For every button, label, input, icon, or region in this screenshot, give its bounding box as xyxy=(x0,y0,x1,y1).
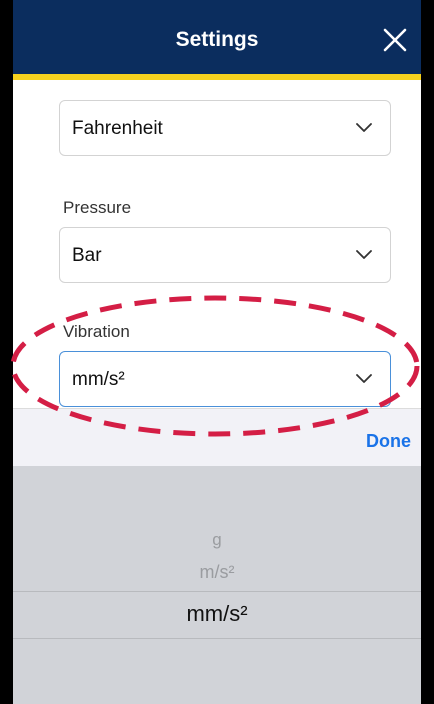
pressure-label: Pressure xyxy=(63,198,132,217)
picker-option-selected[interactable]: mm/s² xyxy=(13,601,421,627)
picker-toolbar: Done xyxy=(13,408,421,466)
settings-form: Fahrenheit Pressure Bar Vibration mm/s² xyxy=(13,86,421,408)
vibration-select[interactable]: mm/s² xyxy=(59,351,391,407)
chevron-down-icon xyxy=(356,374,372,383)
chevron-down-icon xyxy=(356,250,372,259)
unit-picker[interactable]: g m/s² mm/s² xyxy=(13,466,421,704)
temperature-value: Fahrenheit xyxy=(72,118,163,139)
pressure-select[interactable]: Bar xyxy=(59,227,391,283)
page-title: Settings xyxy=(175,28,259,51)
close-icon xyxy=(383,28,407,52)
app-screen: Settings Fahrenheit Pressure Bar Vibrati… xyxy=(0,0,434,704)
picker-option[interactable]: g xyxy=(13,530,421,550)
done-button[interactable]: Done xyxy=(366,431,411,452)
vibration-label: Vibration xyxy=(63,322,130,341)
vibration-value: mm/s² xyxy=(72,369,125,390)
header-bar: Settings xyxy=(13,0,421,80)
pressure-value: Bar xyxy=(72,245,102,266)
picker-selection-bottom-line xyxy=(13,638,421,639)
picker-option[interactable]: m/s² xyxy=(13,562,421,583)
close-button[interactable] xyxy=(377,22,413,58)
chevron-down-icon xyxy=(356,123,372,132)
temperature-select[interactable]: Fahrenheit xyxy=(59,100,391,156)
picker-selection-top-line xyxy=(13,591,421,592)
